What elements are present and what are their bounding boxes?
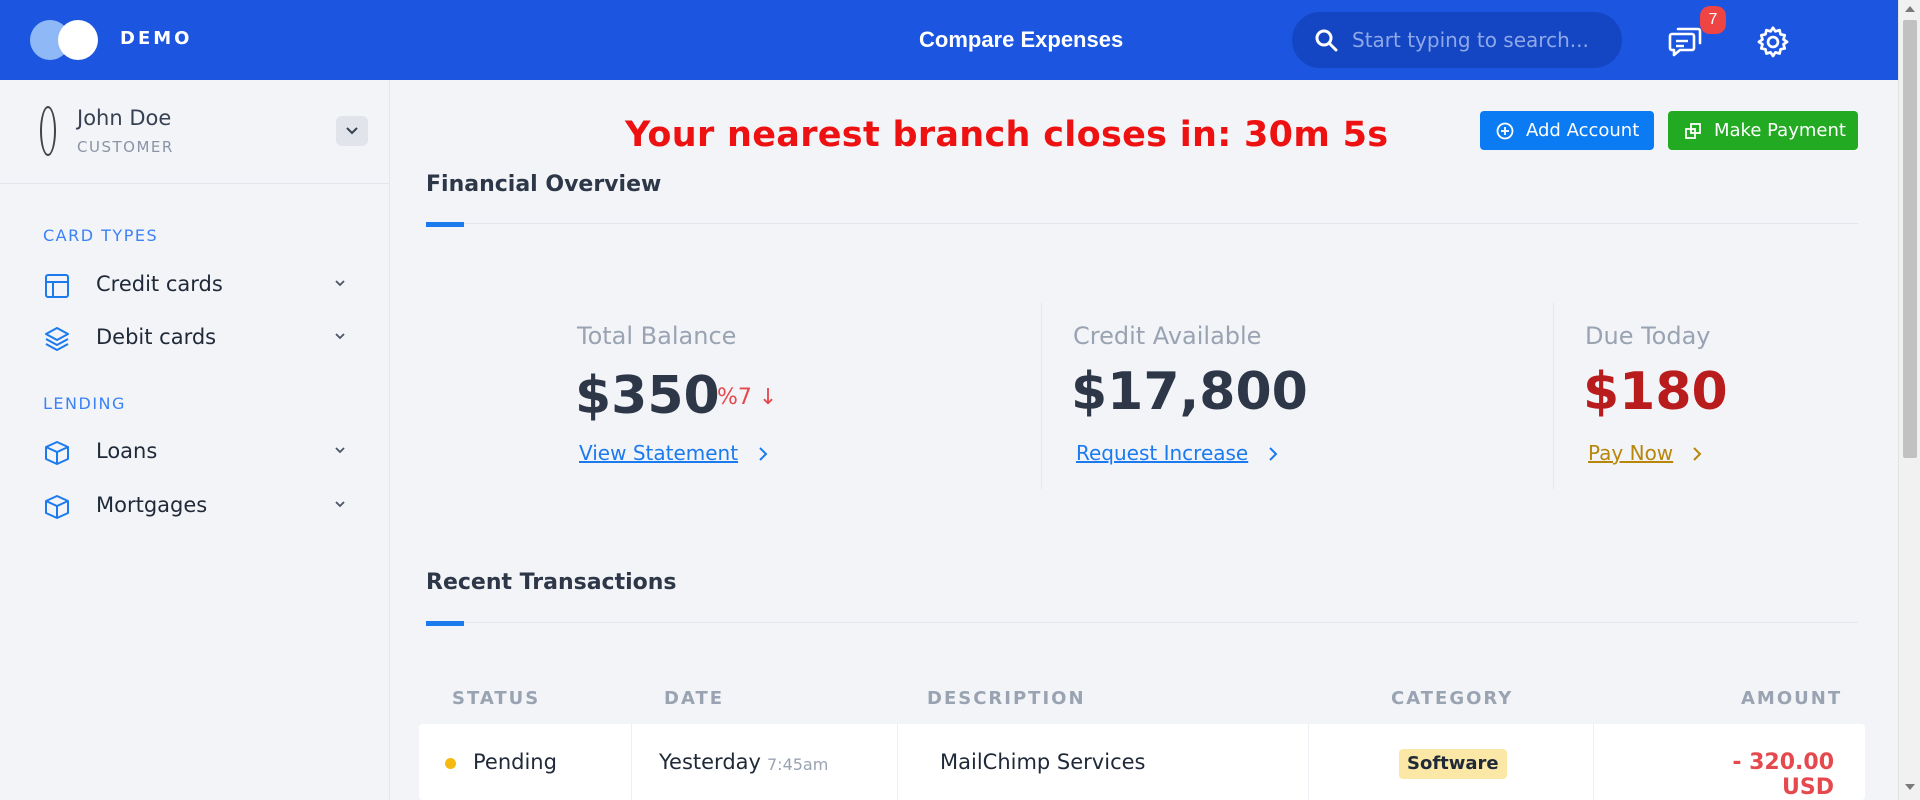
chevron-down-icon [335,280,345,287]
section-label-card-types: CARD TYPES [43,226,159,245]
scroll-up-arrow[interactable] [1905,6,1915,12]
avatar[interactable] [40,106,56,156]
category-badge: Software [1399,749,1507,779]
view-statement-link[interactable]: View Statement [579,441,738,465]
scroll-thumb[interactable] [1903,20,1917,458]
column-header-amount[interactable]: AMOUNT [1741,688,1842,709]
financial-overview-title: Financial Overview [426,172,662,197]
amount-text: - 320.00 USD [1732,750,1834,800]
scroll-down-arrow[interactable] [1905,784,1915,790]
total-balance-label: Total Balance [577,322,737,350]
chevron-down-icon [346,127,358,135]
recent-transactions-title: Recent Transactions [426,570,677,595]
cell-divider [897,724,898,800]
logo-circle-right [58,20,98,60]
section-accent [426,222,464,227]
column-header-date[interactable]: DATE [664,688,724,709]
sidebar-item-label: Loans [96,439,158,463]
user-name: John Doe [77,106,172,130]
search-bar [1292,12,1622,68]
description-text: MailChimp Services [940,750,1146,774]
user-panel: John Doe CUSTOMER [0,80,389,184]
cell-divider [631,724,632,800]
sidebar-item-label: Debit cards [96,325,217,349]
logo[interactable] [30,20,100,60]
sidebar-item-debit-cards[interactable]: Debit cards [40,318,360,358]
credit-available-value: $17,800 [1071,362,1308,422]
sidebar-item-mortgages[interactable]: Mortgages [40,486,360,526]
user-role: CUSTOMER [77,138,174,156]
total-balance-value: $350 [575,366,720,426]
cell-divider [1308,724,1309,800]
balance-change: %7 ↓ [717,385,778,410]
cell-divider [1593,724,1594,800]
column-header-description[interactable]: DESCRIPTION [927,688,1086,709]
column-header-status[interactable]: STATUS [452,688,540,709]
make-payment-label: Make Payment [1714,120,1846,141]
layout-icon [45,274,69,298]
request-increase-link[interactable]: Request Increase [1076,441,1248,465]
add-account-button[interactable]: Add Account [1480,111,1654,150]
chevron-down-icon [335,447,345,454]
sidebar-item-credit-cards[interactable]: Credit cards [40,265,360,305]
brand-name: DEMO [120,28,193,49]
section-label-lending: LENDING [43,394,126,413]
gear-icon[interactable] [1755,24,1791,60]
pay-now-link[interactable]: Pay Now [1588,441,1673,465]
notification-badge: 7 [1700,6,1726,34]
stat-divider [1041,303,1042,489]
user-menu-toggle[interactable] [336,116,368,146]
status-text: Pending [473,750,557,774]
chevron-right-icon[interactable] [1690,445,1704,463]
table-row[interactable]: Pending Yesterday 7:45am MailChimp Servi… [419,724,1865,800]
section-accent [426,621,464,626]
page-scrollbar[interactable] [1898,0,1920,800]
top-bar: DEMO Compare Expenses 7 [0,0,1898,80]
sidebar: John Doe CUSTOMER CARD TYPES Credit card… [0,80,390,800]
layers-icon [45,327,69,351]
box-icon [45,495,69,519]
chevron-right-icon[interactable] [1266,445,1280,463]
chevron-down-icon [335,501,345,508]
stat-divider [1553,303,1554,489]
plus-circle-icon [1496,122,1514,140]
date-text: Yesterday [659,750,761,774]
sidebar-item-label: Mortgages [96,493,208,517]
status-dot [445,758,456,769]
credit-available-label: Credit Available [1073,322,1262,350]
sidebar-item-label: Credit cards [96,272,223,296]
divider [426,223,1858,224]
chevron-right-icon[interactable] [756,445,770,463]
search-icon[interactable] [1314,28,1338,52]
divider [426,622,1858,623]
chevron-down-icon [335,333,345,340]
time-text: 7:45am [767,755,829,774]
due-today-label: Due Today [1585,322,1711,350]
box-icon [45,441,69,465]
add-account-label: Add Account [1526,120,1640,141]
due-today-value: $180 [1583,362,1728,422]
page-title: Compare Expenses [919,27,1124,52]
column-header-category[interactable]: CATEGORY [1391,688,1513,709]
branch-countdown: Your nearest branch closes in: 30m 5s [625,115,1389,155]
sidebar-item-loans[interactable]: Loans [40,432,360,472]
search-input[interactable] [1352,24,1602,56]
make-payment-button[interactable]: Make Payment [1668,111,1858,150]
copy-icon [1685,123,1701,139]
